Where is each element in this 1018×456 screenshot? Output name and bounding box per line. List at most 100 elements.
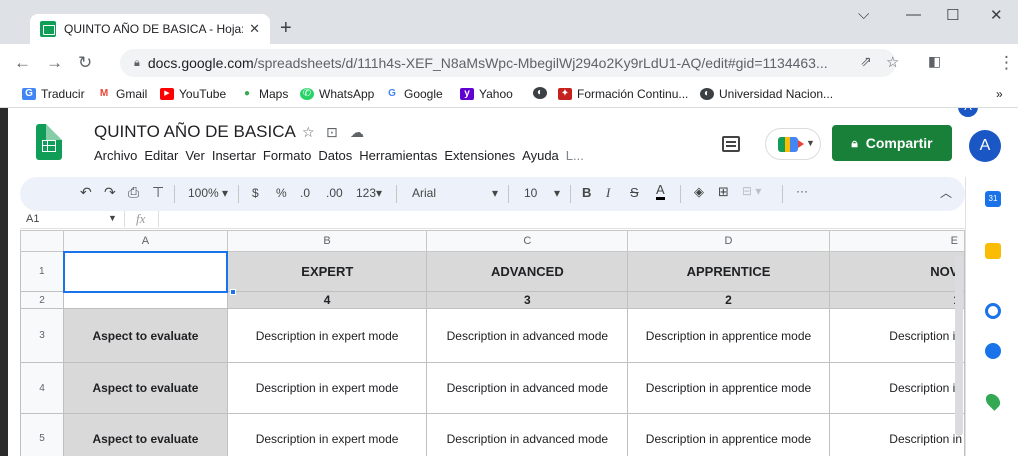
cell-description[interactable]: Description in apprentice mode (627, 362, 830, 414)
more-options-button[interactable]: ··· (796, 184, 808, 198)
select-all-corner[interactable] (20, 230, 65, 252)
menu-extensiones[interactable]: Extensiones (444, 148, 515, 163)
percent-format-button[interactable]: % (276, 186, 287, 200)
document-title[interactable]: QUINTO AÑO DE BASICA (94, 122, 296, 142)
menu-formato[interactable]: Formato (263, 148, 311, 163)
cell-description[interactable]: Description in expert mode (226, 308, 428, 363)
bookmark-item[interactable]: G Google (385, 87, 443, 101)
reload-icon[interactable]: ↻ (78, 53, 92, 73)
bookmark-item[interactable]: ✆ WhatsApp (300, 87, 374, 101)
vertical-scrollbar[interactable] (955, 256, 963, 436)
cell-aspect[interactable]: Aspect to evaluate (63, 308, 228, 363)
borders-icon[interactable]: ⊞ (718, 184, 729, 200)
decrease-decimal-button[interactable]: .0 (300, 186, 310, 200)
side-panel-icon[interactable]: ◧ (928, 53, 941, 70)
last-edit-link[interactable]: L... (566, 148, 584, 163)
font-size-select[interactable]: 10 ▾ (524, 186, 564, 200)
forward-icon[interactable]: → (46, 53, 63, 73)
keep-icon[interactable] (985, 243, 1001, 259)
currency-format-button[interactable]: $ (252, 186, 259, 200)
bookmark-item[interactable]: ◐ Universidad Nacion... (700, 87, 833, 101)
cell-score[interactable]: 4 (226, 291, 428, 309)
font-select[interactable]: Arial ▾ (412, 186, 502, 200)
menu-archivo[interactable]: Archivo (94, 148, 137, 163)
cell-level-header[interactable]: EXPERT (226, 251, 428, 292)
text-color-button[interactable]: A (656, 183, 665, 200)
name-box[interactable]: A1 (26, 213, 39, 225)
share-page-icon[interactable]: ⇗ (860, 53, 872, 70)
print-icon[interactable]: ⎙ (128, 184, 139, 201)
cell-description[interactable]: Description in advanced mode (426, 413, 629, 456)
increase-decimal-button[interactable]: .00 (326, 186, 343, 200)
italic-button[interactable]: I (606, 185, 610, 201)
tasks-icon[interactable] (985, 303, 1001, 319)
cell-level-header[interactable]: APPRENTICE (627, 251, 830, 292)
fill-color-icon[interactable]: ◈ (694, 184, 704, 200)
maps-icon[interactable] (983, 391, 1003, 411)
cell-description[interactable]: Description in advanced mode (426, 362, 629, 414)
star-icon[interactable]: ☆ (302, 124, 315, 141)
zoom-select[interactable]: 100% ▾ (188, 186, 228, 200)
bookmark-item[interactable]: G Traducir (22, 87, 85, 101)
cell-score[interactable]: 2 (627, 291, 830, 309)
bookmark-item[interactable]: ▶ YouTube (160, 87, 226, 101)
cell-a1[interactable] (62, 250, 229, 293)
cell-description[interactable]: Description in (828, 413, 965, 456)
bookmark-item[interactable]: ● Maps (240, 87, 288, 101)
cell-score[interactable]: 3 (426, 291, 629, 309)
menu-editar[interactable]: Editar (144, 148, 178, 163)
share-button[interactable]: 🔒︎ Compartir (832, 125, 952, 161)
cell-score[interactable]: 1 (828, 291, 965, 309)
meet-button[interactable]: ▼ (765, 128, 821, 160)
strikethrough-button[interactable]: S (630, 185, 639, 200)
address-bar[interactable]: 🔒︎ docs.google.com/spreadsheets/d/111h4s… (120, 49, 896, 77)
contacts-icon[interactable] (985, 343, 1001, 359)
menu-datos[interactable]: Datos (318, 148, 352, 163)
calendar-icon[interactable]: 31 (985, 191, 1001, 207)
column-header-e[interactable]: E (828, 230, 965, 252)
cell-description[interactable]: Description in advanced mode (426, 308, 629, 363)
bold-button[interactable]: B (582, 185, 591, 200)
row-header[interactable]: 4 (20, 362, 65, 414)
menu-herramientas[interactable]: Herramientas (359, 148, 437, 163)
fill-handle[interactable] (230, 289, 236, 295)
tab-close-icon[interactable]: ✕ (249, 21, 260, 37)
cell-description[interactable]: Description in (828, 362, 965, 414)
menu-ver[interactable]: Ver (185, 148, 205, 163)
number-format-select[interactable]: 123▾ (356, 186, 382, 200)
move-folder-icon[interactable]: ⊡ (326, 124, 338, 141)
name-box-dropdown-icon[interactable]: ▼ (108, 213, 117, 223)
redo-icon[interactable]: ↷ (104, 184, 116, 201)
bookmark-star-icon[interactable]: ☆ (886, 53, 899, 71)
cell-description[interactable]: Description in (828, 308, 965, 363)
cell-description[interactable]: Description in apprentice mode (627, 413, 830, 456)
user-avatar[interactable]: A (969, 130, 1001, 162)
browser-menu-icon[interactable]: ⋮ (998, 53, 1015, 73)
bookmark-item[interactable]: ✦ Formación Continu... (558, 87, 688, 101)
collapse-toolbar-icon[interactable]: ︿ (940, 184, 952, 201)
bookmark-item[interactable]: ◐ (533, 87, 552, 99)
row-header[interactable]: 5 (20, 413, 65, 456)
cell-aspect[interactable]: Aspect to evaluate (63, 362, 228, 414)
row-header[interactable]: 2 (20, 291, 65, 309)
minimize-icon[interactable]: — (906, 6, 921, 23)
cell-description[interactable]: Description in expert mode (226, 362, 428, 414)
column-header-c[interactable]: C (426, 230, 629, 252)
cell-description[interactable]: Description in expert mode (226, 413, 428, 456)
row-header[interactable]: 1 (20, 251, 65, 292)
browser-tab[interactable]: QUINTO AÑO DE BASICA - Hoja: ✕ (30, 14, 270, 44)
cell-description[interactable]: Description in apprentice mode (627, 308, 830, 363)
close-window-icon[interactable]: ✕ (990, 6, 1003, 24)
column-header-b[interactable]: B (226, 230, 428, 252)
paint-format-icon[interactable]: ⊤ (152, 184, 164, 201)
tab-search-icon[interactable]: ⌵ (858, 6, 869, 23)
bookmark-item[interactable]: y Yahoo (460, 87, 513, 101)
cell-aspect[interactable]: Aspect to evaluate (63, 413, 228, 456)
back-icon[interactable]: ← (14, 53, 31, 73)
menu-ayuda[interactable]: Ayuda (522, 148, 559, 163)
cell[interactable] (63, 291, 228, 309)
cell-level-header[interactable]: NOVI (828, 251, 965, 292)
bookmarks-more-icon[interactable]: » (996, 87, 1003, 101)
column-header-a[interactable]: A (63, 230, 228, 252)
column-header-d[interactable]: D (627, 230, 830, 252)
